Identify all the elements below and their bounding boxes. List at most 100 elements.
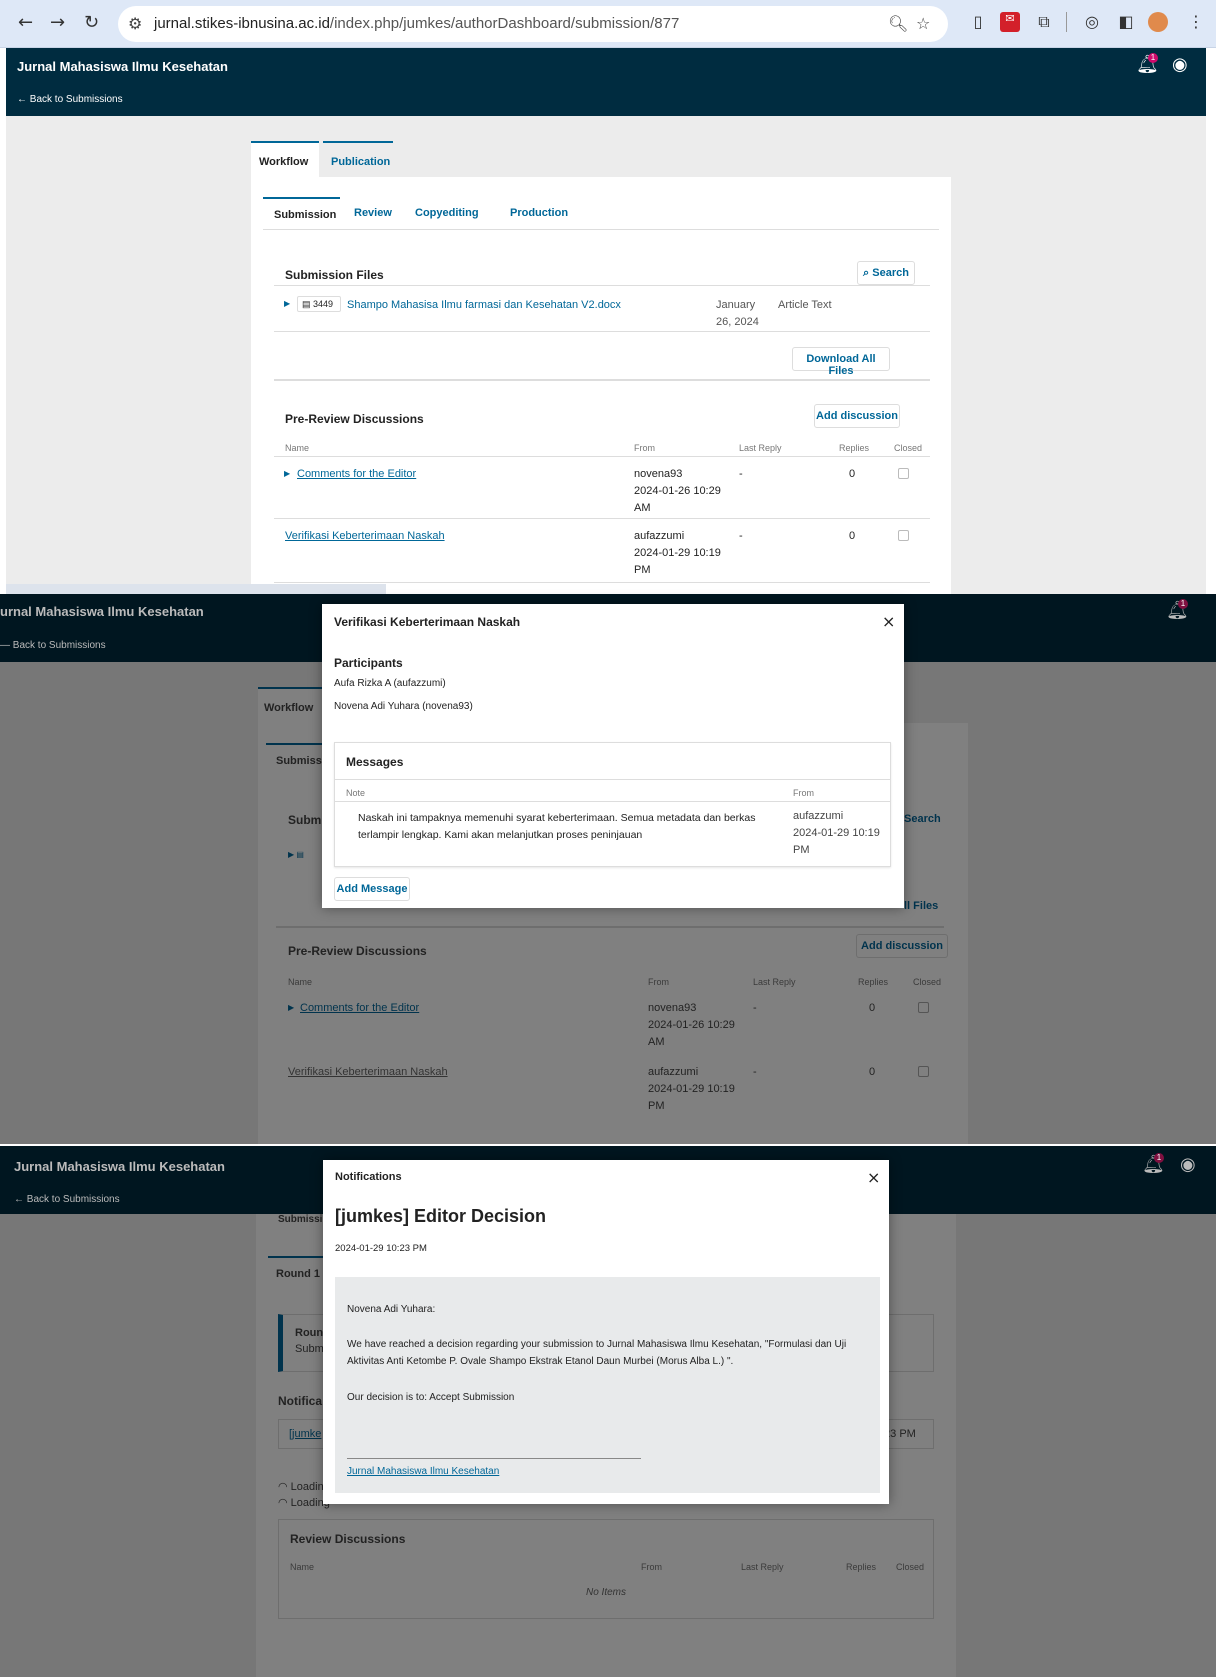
submission-files-title: Subm — [288, 813, 322, 827]
discussion-from-time: AM — [648, 1036, 665, 1048]
workflow-panel: Submission Review Copyediting Production… — [251, 177, 951, 594]
notification-badge: 1 — [1154, 1153, 1164, 1163]
participant: Aufa Rizka A (aufazzumi) — [334, 678, 446, 689]
spinner-icon: ◠ — [278, 1481, 288, 1493]
browser-menu-icon[interactable]: ⋮ — [1186, 12, 1206, 32]
back-arrow-icon[interactable]: ← — [18, 12, 33, 33]
no-items-text: No Items — [586, 1587, 627, 1598]
tab-publication[interactable]: Publication — [323, 141, 393, 177]
discussion-replies: 0 — [849, 468, 856, 480]
expand-file-icon[interactable]: ▶ ▤ — [288, 850, 304, 859]
file-name-link[interactable]: Shampo Mahasisa Ilmu farmasi dan Kesehat… — [347, 299, 621, 311]
message-from-time: PM — [793, 844, 810, 856]
user-account-icon[interactable]: ◉ — [1180, 1154, 1196, 1175]
back-to-submissions-link[interactable]: — Back to Submissions — [0, 640, 106, 651]
extensions-puzzle-icon[interactable]: ⧉ — [1034, 12, 1054, 32]
col-name: Name — [285, 443, 310, 453]
closed-checkbox[interactable] — [898, 468, 909, 479]
discussion-from: novena93 — [648, 1002, 697, 1014]
tab-workflow[interactable]: Workflow — [251, 141, 319, 177]
submission-files-title: Submission Files — [285, 268, 384, 282]
screen2: urnal Mahasiswa Ilmu Kesehatan — Back to… — [0, 594, 1216, 1144]
close-icon[interactable]: × — [867, 1168, 880, 1187]
discussion-link[interactable]: Comments for the Editor — [300, 1002, 419, 1014]
tab-review[interactable]: Review — [354, 207, 392, 219]
closed-checkbox[interactable] — [918, 1066, 929, 1077]
col-from: From — [648, 977, 669, 987]
browser-toolbar: ← → ↻ ⚙ jurnal.stikes-ibnusina.ac.id/ind… — [0, 0, 1216, 48]
expand-file-icon[interactable]: ▶ — [284, 299, 290, 308]
zoom-icon[interactable]: 🔍︎ — [888, 14, 908, 33]
extension-doc-icon[interactable]: ▯ — [968, 12, 988, 32]
tab-copyediting[interactable]: Copyediting — [415, 207, 479, 219]
download-all-files-button[interactable]: Download All Files — [792, 347, 890, 377]
side-panel-icon[interactable]: ◧ — [1116, 12, 1136, 32]
reload-icon[interactable]: ↻ — [84, 12, 99, 33]
file-id: 3449 — [313, 299, 334, 309]
signature-rule — [347, 1458, 641, 1459]
site-info-icon[interactable]: ⚙ — [128, 14, 142, 33]
tab-submission[interactable]: Submission — [263, 197, 340, 229]
download-all-files-button[interactable]: ll Files — [904, 900, 938, 912]
add-discussion-button[interactable]: Add discussion — [856, 934, 948, 958]
expand-discussion-icon[interactable]: ▶ — [284, 469, 290, 478]
discussion-from: novena93 — [634, 468, 683, 480]
profile-avatar-icon[interactable] — [1148, 12, 1168, 32]
col-from: From — [793, 788, 814, 798]
col-last-reply: Last Reply — [741, 1562, 784, 1572]
tab-submission[interactable]: Submissi — [266, 743, 326, 777]
tab-production[interactable]: Production — [510, 207, 568, 219]
tab-round-1[interactable]: Round 1 — [268, 1256, 328, 1290]
round-status-sub: Subm — [295, 1343, 324, 1355]
file-date-line1: January — [716, 299, 756, 311]
discussion-from-date: 2024-01-26 10:29 — [648, 1019, 735, 1031]
add-message-button[interactable]: Add Message — [334, 877, 410, 901]
notifications-modal: Notifications × [jumkes] Editor Decision… — [323, 1160, 889, 1504]
review-discussions-title: Review Discussions — [290, 1532, 406, 1546]
grid-divider — [276, 926, 944, 928]
discussion-link[interactable]: Verifikasi Keberterimaan Naskah — [285, 530, 445, 542]
add-discussion-button[interactable]: Add discussion — [814, 404, 900, 428]
tab-workflow[interactable]: Workflow — [258, 687, 326, 723]
file-doc-icon: ▤ — [302, 299, 311, 309]
discussion-last-reply: - — [753, 1066, 757, 1078]
expand-discussion-icon[interactable]: ▶ — [288, 1003, 294, 1012]
address-bar[interactable]: ⚙ jurnal.stikes-ibnusina.ac.id/index.php… — [118, 6, 948, 42]
back-to-submissions-link[interactable]: ← Back to Submissions — [17, 94, 123, 105]
screen3: Jurnal Mahasiswa Ilmu Kesehatan ← Back t… — [0, 1146, 1216, 1677]
url-path: /index.php/jumkes/authorDashboard/submis… — [329, 15, 680, 32]
journal-title[interactable]: Jurnal Mahasiswa Ilmu Kesehatan — [17, 59, 228, 74]
files-row-line — [274, 331, 930, 332]
journal-title[interactable]: urnal Mahasiswa Ilmu Kesehatan — [0, 604, 204, 619]
notification-badge: 1 — [1178, 599, 1188, 609]
col-closed: Closed — [894, 443, 923, 453]
discussion-from-date: 2024-01-29 10:19 — [648, 1083, 735, 1095]
bookmark-star-icon[interactable]: ☆ — [916, 14, 930, 33]
closed-checkbox[interactable] — [898, 530, 909, 541]
search-files-button[interactable]: Search — [904, 813, 941, 825]
discussion-link[interactable]: Verifikasi Keberterimaan Naskah — [288, 1066, 448, 1078]
message-from-date: 2024-01-29 10:19 — [793, 827, 880, 839]
extension-red-icon[interactable]: ✉ — [1000, 12, 1020, 32]
close-icon[interactable]: × — [882, 612, 895, 631]
discussion-link[interactable]: Comments for the Editor — [297, 468, 416, 480]
discussion-replies: 0 — [849, 530, 856, 542]
journal-title[interactable]: Jurnal Mahasiswa Ilmu Kesehatan — [14, 1159, 225, 1174]
tabs-divider — [263, 229, 939, 230]
files-header-line — [274, 285, 930, 286]
notification-link[interactable]: [jumke — [289, 1428, 321, 1440]
participants-title: Participants — [334, 656, 403, 670]
messages-header-line — [335, 779, 890, 780]
search-files-button[interactable]: ⌕ Search — [857, 261, 915, 285]
back-to-submissions-link[interactable]: ← Back to Submissions — [14, 1194, 120, 1205]
closed-checkbox[interactable] — [918, 1002, 929, 1013]
col-last-reply: Last Reply — [753, 977, 796, 987]
extension-circle-icon[interactable]: ◎ — [1082, 12, 1102, 32]
user-account-icon[interactable]: ◉ — [1172, 54, 1188, 75]
signature-link[interactable]: Jurnal Mahasiswa Ilmu Kesehatan — [347, 1466, 499, 1477]
messages-grid: Messages Note From Naskah ini tampaknya … — [334, 742, 891, 867]
decision-result: Our decision is to: Accept Submission — [347, 1392, 515, 1403]
tab-submission[interactable]: Submissi — [278, 1214, 322, 1225]
col-name: Name — [288, 977, 313, 987]
forward-arrow-icon[interactable]: → — [50, 12, 65, 33]
